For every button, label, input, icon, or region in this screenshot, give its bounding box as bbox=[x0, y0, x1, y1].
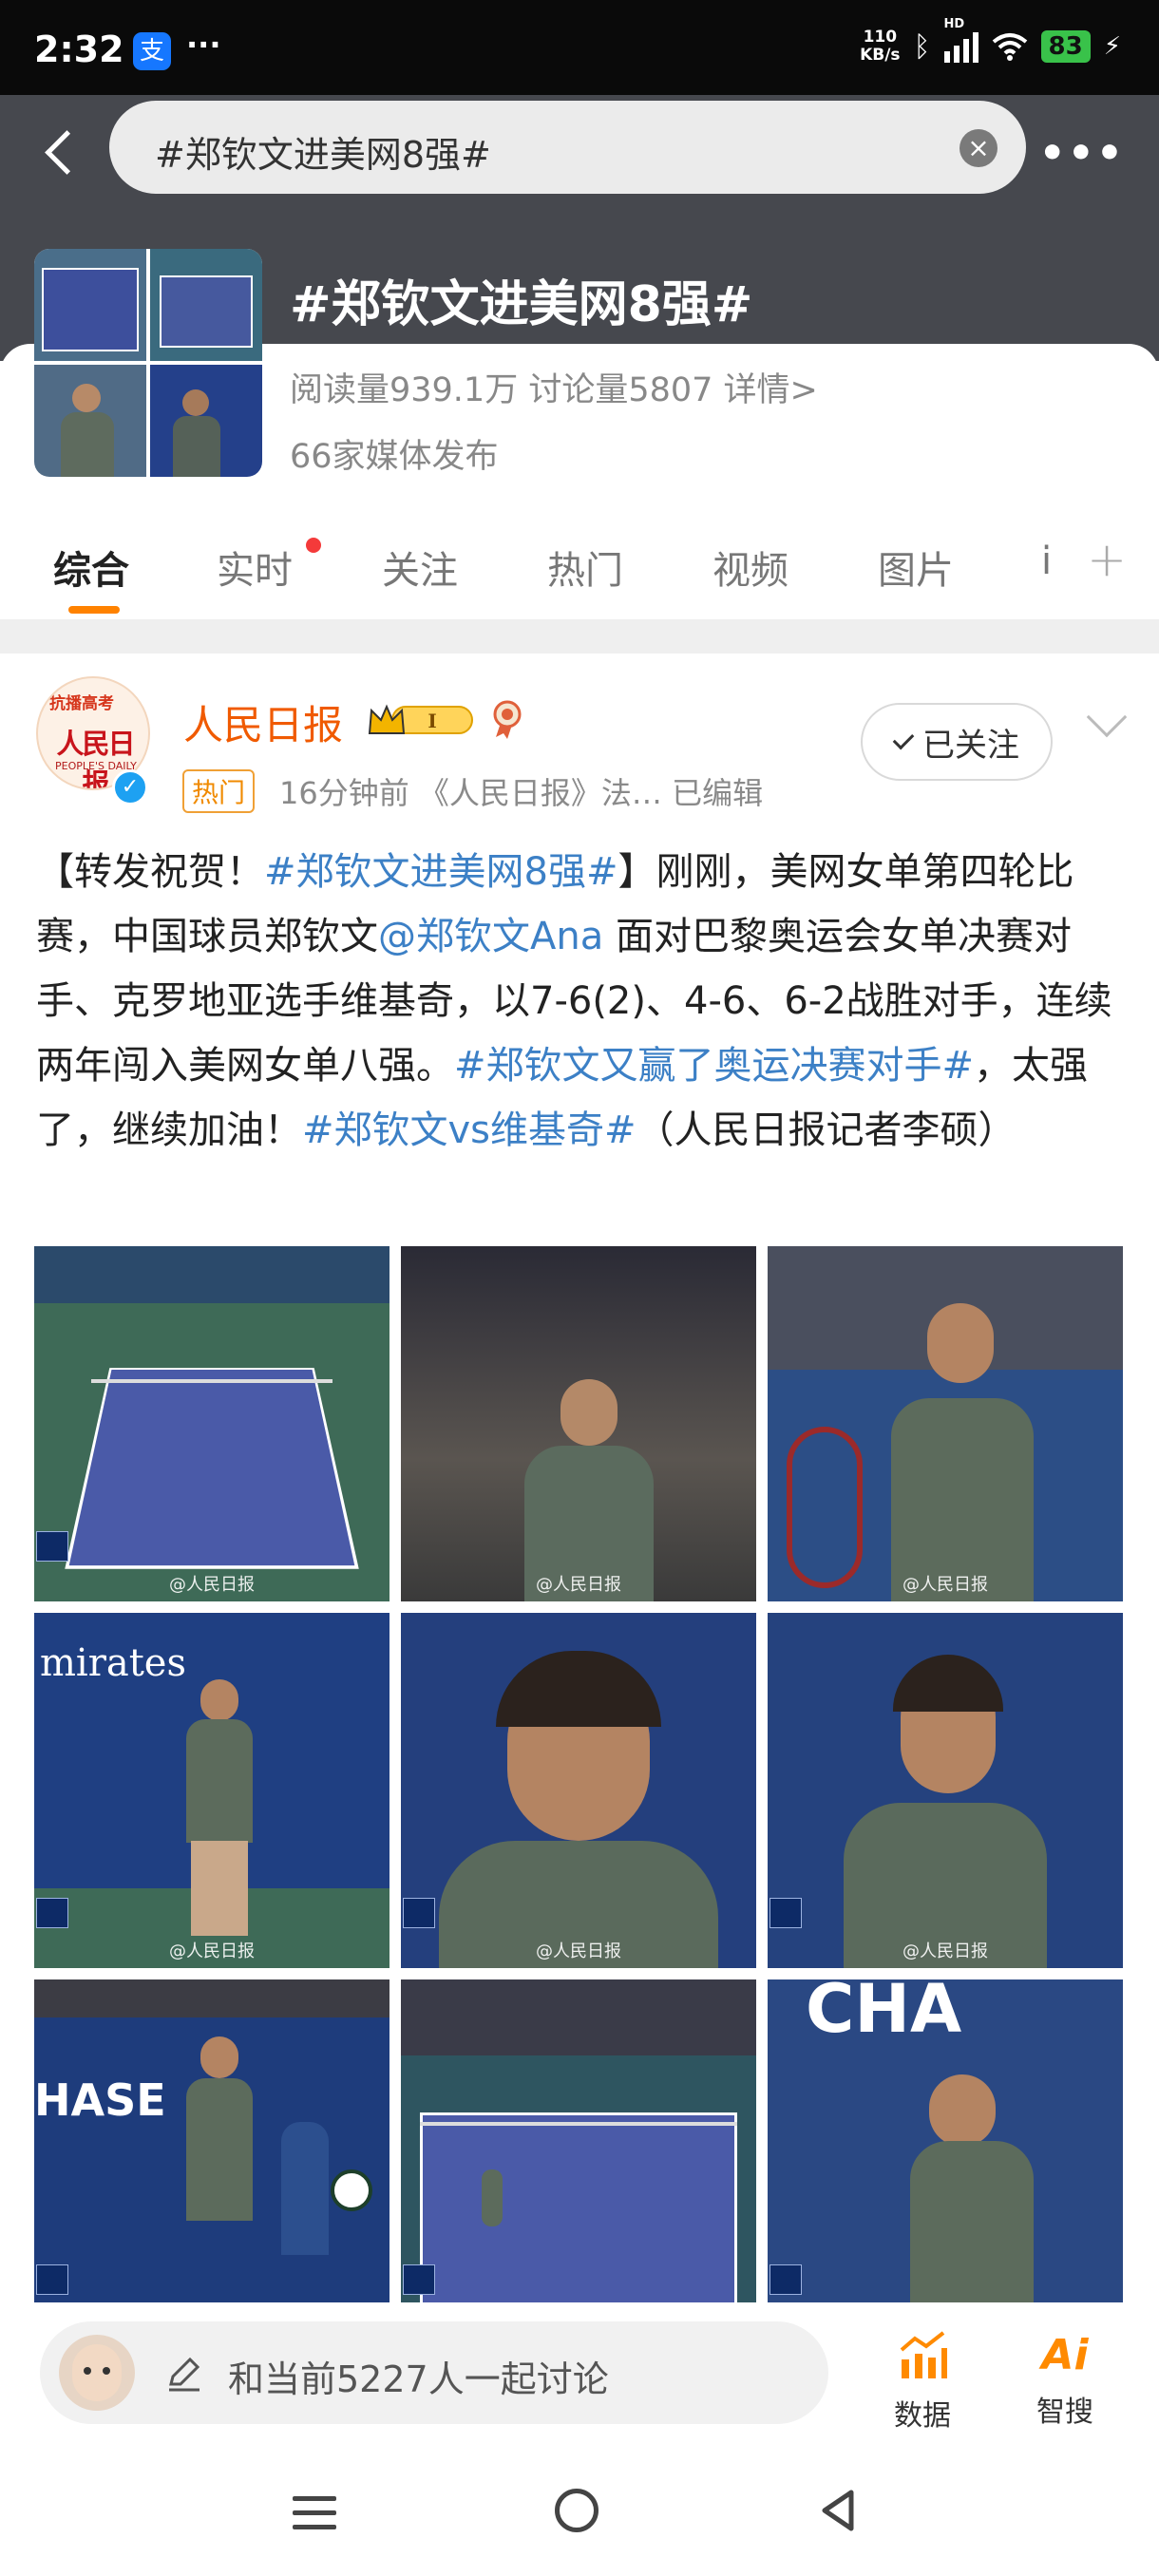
add-tab-icon[interactable]: + bbox=[1087, 532, 1127, 587]
author-name[interactable]: 人民日报 bbox=[183, 693, 343, 751]
comment-placeholder: 和当前5227人一起讨论 bbox=[228, 2358, 609, 2400]
verified-icon: ✓ bbox=[112, 769, 148, 805]
signal-icon: HD bbox=[943, 17, 978, 63]
status-indicators: 110 KB/s ᛒ HD 83 ⚡ bbox=[860, 17, 1121, 65]
bluetooth-icon: ᛒ bbox=[913, 29, 931, 64]
wifi-icon bbox=[992, 33, 1027, 61]
network-speed: 110 KB/s bbox=[860, 28, 901, 65]
tab-images[interactable]: 图片 bbox=[878, 540, 954, 595]
tab-following[interactable]: 关注 bbox=[382, 540, 458, 595]
post-photo[interactable]: CHA bbox=[768, 1979, 1123, 2335]
mention-link[interactable]: @郑钦文Ana bbox=[378, 915, 603, 958]
post-photo[interactable]: HASE bbox=[34, 1979, 390, 2335]
charging-icon: ⚡ bbox=[1103, 32, 1121, 61]
tab-video[interactable]: 视频 bbox=[712, 540, 788, 595]
new-indicator-dot bbox=[306, 538, 321, 553]
search-query: #郑钦文进美网8强# bbox=[155, 134, 491, 176]
topic-stats[interactable]: 阅读量939.1万 讨论量5807 详情> bbox=[290, 363, 818, 411]
post-photo[interactable]: @人民日报 bbox=[768, 1246, 1123, 1601]
medal-icon bbox=[493, 700, 522, 739]
ai-search-button[interactable]: Ai 智搜 bbox=[1013, 2331, 1117, 2430]
top-nav: #郑钦文进美网8强# × ••• bbox=[0, 95, 1159, 199]
post-body: 【转发祝贺！#郑钦文进美网8强#】刚刚，美网女单第四轮比赛，中国球员郑钦文@郑钦… bbox=[36, 850, 1112, 1152]
pencil-icon bbox=[169, 2357, 200, 2392]
thumb-player-1 bbox=[34, 365, 146, 477]
thumb-player-2 bbox=[150, 365, 262, 477]
follow-button[interactable]: 已关注 bbox=[861, 703, 1053, 781]
tab-more[interactable]: i bbox=[1041, 540, 1052, 583]
comment-input[interactable]: 和当前5227人一起讨论 bbox=[40, 2321, 828, 2424]
data-button[interactable]: 数据 bbox=[870, 2331, 975, 2434]
hot-tag: 热门 bbox=[182, 769, 256, 813]
thumb-court-2 bbox=[150, 249, 262, 361]
tab-hot[interactable]: 热门 bbox=[547, 540, 623, 595]
more-notifications-icon: ··· bbox=[186, 27, 221, 63]
bottom-action-bar: 和当前5227人一起讨论 数据 Ai 智搜 bbox=[0, 2302, 1159, 2445]
ai-icon: Ai bbox=[1041, 2331, 1089, 2379]
vip-badge-icon: I bbox=[368, 704, 473, 734]
more-options-icon[interactable]: ••• bbox=[1039, 129, 1125, 178]
search-input[interactable]: #郑钦文进美网8强# × bbox=[109, 101, 1026, 194]
thumb-court-1 bbox=[34, 249, 146, 361]
post-photo[interactable]: mirates @人民日报 bbox=[34, 1613, 390, 1968]
topic-thumbnail bbox=[34, 249, 262, 477]
check-icon bbox=[892, 728, 915, 750]
post-photo[interactable]: @人民日报 bbox=[34, 1246, 390, 1601]
active-tab-indicator bbox=[68, 606, 120, 614]
topic-title: #郑钦文进美网8强# bbox=[290, 276, 753, 333]
post-meta: 16分钟前 《人民日报》法… 已编辑 bbox=[279, 775, 764, 811]
topic-media-count: 66家媒体发布 bbox=[290, 438, 499, 476]
hashtag-link[interactable]: #郑钦文进美网8强# bbox=[264, 850, 618, 894]
clear-search-icon[interactable]: × bbox=[960, 129, 998, 167]
home-icon[interactable] bbox=[555, 2489, 598, 2532]
status-bar: 2:32 支 ··· 110 KB/s ᛒ HD 83 ⚡ bbox=[0, 0, 1159, 95]
alipay-icon: 支 bbox=[133, 32, 171, 70]
user-avatar bbox=[59, 2335, 135, 2411]
hashtag-link[interactable]: #郑钦文vs维基奇# bbox=[302, 1108, 636, 1152]
post-photo[interactable]: @人民日报 bbox=[401, 1246, 756, 1601]
hashtag-link[interactable]: #郑钦文又赢了奥运决赛对手# bbox=[454, 1044, 974, 1088]
post-photo[interactable]: @人民日报 bbox=[401, 1613, 756, 1968]
chart-icon bbox=[900, 2331, 947, 2378]
tab-realtime[interactable]: 实时 bbox=[217, 540, 293, 595]
back-button[interactable] bbox=[38, 122, 86, 179]
svg-text:I: I bbox=[428, 710, 436, 732]
section-divider bbox=[0, 619, 1159, 653]
menu-icon[interactable] bbox=[293, 2496, 336, 2530]
battery-level: 83 bbox=[1040, 30, 1091, 63]
system-navigation-bar bbox=[0, 2445, 1159, 2576]
status-time: 2:32 bbox=[34, 28, 124, 70]
tab-bar: 综合 实时 关注 热门 视频 图片 i + bbox=[0, 532, 1159, 617]
post-photo[interactable] bbox=[401, 1979, 756, 2335]
back-triangle-icon[interactable] bbox=[815, 2487, 863, 2534]
tab-comprehensive[interactable]: 综合 bbox=[53, 540, 129, 595]
post-photo[interactable]: @人民日报 bbox=[768, 1613, 1123, 1968]
